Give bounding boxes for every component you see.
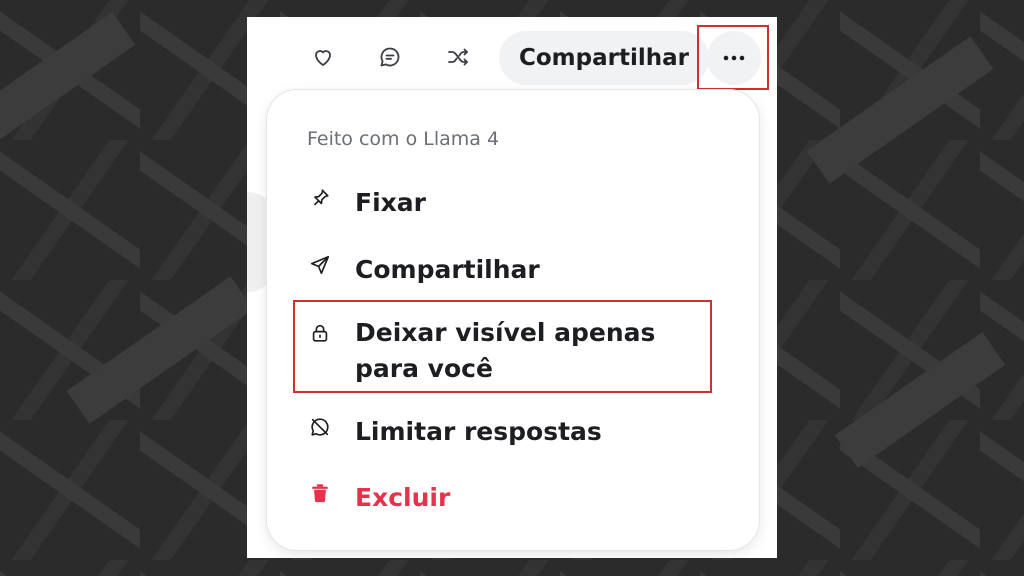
menu-caption: Feito com o Llama 4: [307, 128, 500, 150]
trash-icon: [307, 480, 333, 506]
comment-icon[interactable]: [372, 39, 408, 75]
menu-item-label: Excluir: [355, 483, 451, 512]
background-tile: [0, 11, 136, 149]
menu-item-share[interactable]: Compartilhar: [307, 252, 540, 288]
menu-item-pin[interactable]: Fixar: [307, 185, 426, 221]
post-toolbar: Compartilhar: [247, 17, 777, 97]
background-tile: [806, 36, 994, 184]
menu-item-private[interactable]: Deixar visível apenas para você: [307, 315, 667, 387]
menu-item-label: Fixar: [355, 188, 426, 217]
menu-item-limit-replies[interactable]: Limitar respostas: [307, 414, 602, 450]
send-icon: [307, 252, 333, 278]
options-menu: Feito com o Llama 4 Fixar Compartilhar D…: [267, 90, 759, 550]
app-panel: Compartilhar Feito com o Llama 4 Fixar C…: [247, 17, 777, 558]
shuffle-icon[interactable]: [440, 39, 476, 75]
share-button[interactable]: Compartilhar: [499, 31, 709, 85]
menu-item-delete[interactable]: Excluir: [307, 480, 450, 516]
background-tile: [834, 331, 1006, 469]
lock-icon: [307, 320, 333, 346]
menu-item-label: Compartilhar: [355, 255, 540, 284]
heart-icon[interactable]: [305, 39, 341, 75]
comment-off-icon: [307, 414, 333, 440]
menu-item-label: Limitar respostas: [355, 417, 602, 446]
background-tile: [66, 276, 254, 424]
more-options-button[interactable]: [707, 31, 761, 85]
menu-item-label: Deixar visível apenas para você: [355, 318, 656, 383]
ellipsis-icon: [723, 55, 745, 61]
pin-icon: [307, 185, 333, 211]
